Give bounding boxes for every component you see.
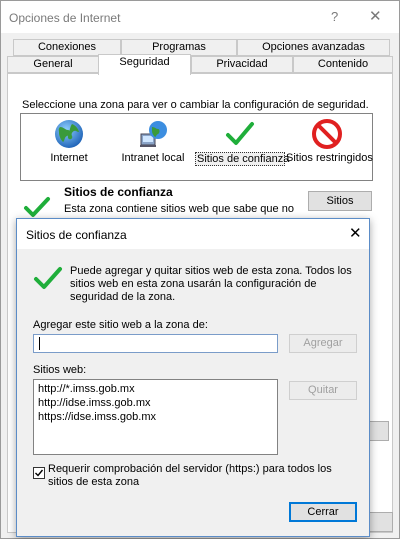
hidden-button [369,421,389,441]
intranet-icon [140,121,167,147]
restricted-icon [312,119,342,149]
checkbox-check-icon [35,469,44,477]
zone-title: Sitios de confianza [64,185,173,199]
tab-opciones-avanzadas[interactable]: Opciones avanzadas [237,39,390,56]
text-caret [39,337,40,350]
dialog-info-text: Puede agregar y quitar sitios web de est… [70,265,352,303]
list-item[interactable]: http://idse.imss.gob.mx [38,396,273,410]
zone-label: Intranet local [121,152,185,164]
sites-button[interactable]: Sitios [308,191,372,211]
list-item[interactable]: http://*.imss.gob.mx [38,382,273,396]
help-button[interactable]: ? [331,9,338,24]
add-site-label: Agregar este sitio web a la zona de: [33,319,208,331]
dialog-title-bar: Sitios de confianza ✕ [17,219,369,249]
globe-icon [55,120,83,148]
zone-internet[interactable]: Internet [39,114,99,164]
close-dialog-button[interactable]: Cerrar [289,502,357,522]
close-button[interactable]: ✕ [369,7,382,25]
zone-label: Sitios restringidos [286,152,373,164]
title-bar: Opciones de Internet ? ✕ [1,1,399,33]
zone-prompt: Seleccione una zona para ver o cambiar l… [22,99,369,111]
remove-button[interactable]: Quitar [289,381,357,400]
zone-label: Sitios de confianza [195,152,290,166]
tab-contenido[interactable]: Contenido [293,56,393,73]
tab-privacidad[interactable]: Privacidad [191,56,293,73]
zone-label: Internet [50,152,88,164]
window-title: Opciones de Internet [9,11,121,25]
checkmark-icon [226,122,254,145]
zone-intranet[interactable]: Intranet local [117,114,189,164]
add-button[interactable]: Agregar [289,334,357,353]
require-https-checkbox[interactable] [33,467,45,479]
zone-trusted[interactable]: Sitios de confianza [195,114,290,166]
hidden-button [369,512,393,532]
dialog-close-button[interactable]: ✕ [349,224,362,242]
sites-list-label: Sitios web: [33,364,87,376]
dialog-title: Sitios de confianza [26,228,127,242]
trusted-sites-dialog: Sitios de confianza ✕ Puede agregar y qu… [16,218,370,537]
add-site-input[interactable] [33,334,278,353]
list-item[interactable]: https://idse.imss.gob.mx [38,410,273,424]
require-https-label[interactable]: Requerir comprobación del servidor (http… [48,463,348,489]
sites-list[interactable]: http://*.imss.gob.mx http://idse.imss.go… [33,379,278,455]
tab-general[interactable]: General [7,56,99,73]
zone-restricted[interactable]: Sitios restringidos [285,114,373,164]
checkmark-icon [34,267,62,289]
tab-seguridad[interactable]: Seguridad [98,54,191,75]
zone-list: Internet Intranet local Sitios de confia… [20,113,373,181]
zone-description: Esta zona contiene sitios web que sabe q… [64,203,294,215]
checkmark-icon [24,197,50,217]
